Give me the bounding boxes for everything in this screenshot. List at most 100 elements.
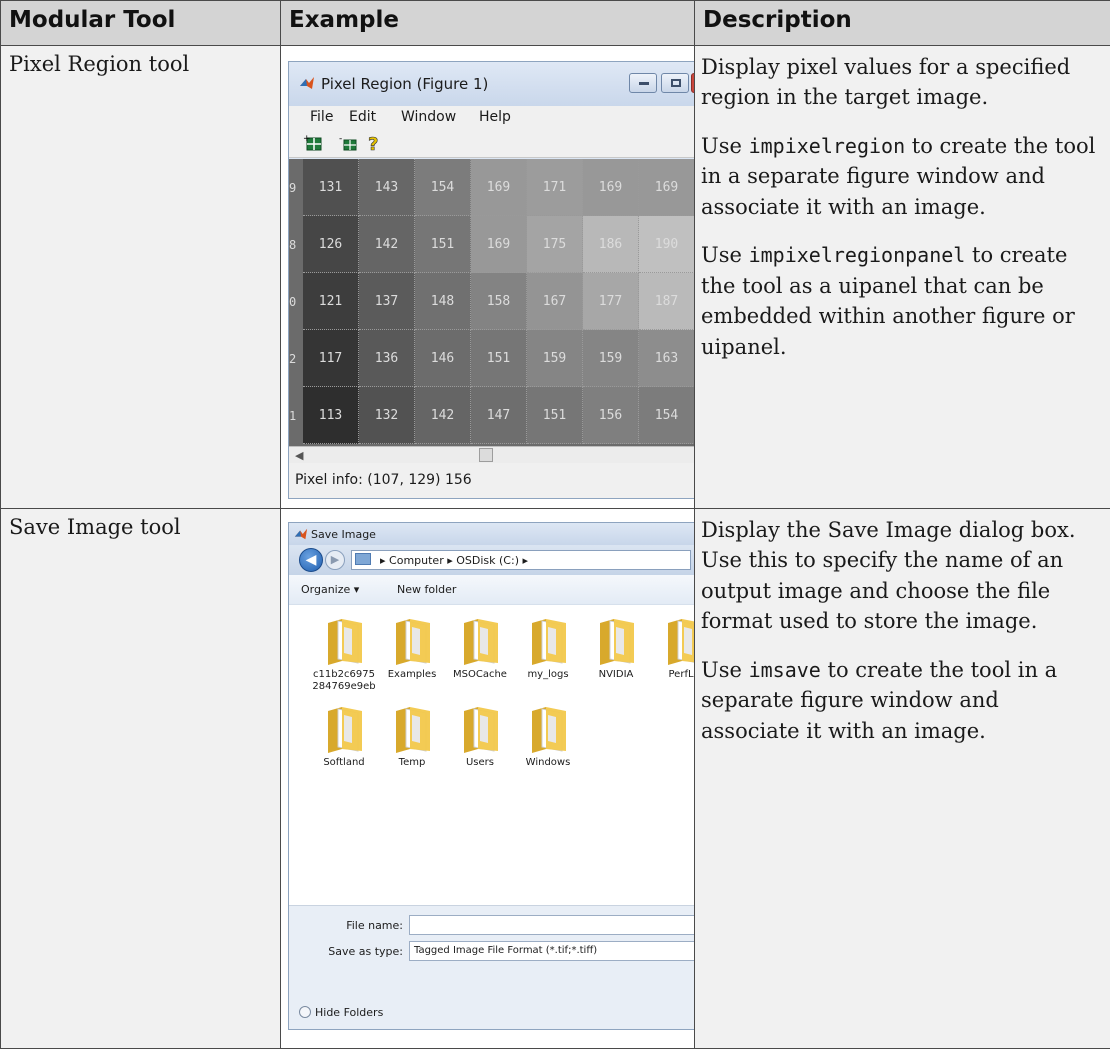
pixel-cell: 159 xyxy=(527,330,583,387)
pixel-cell: 146 xyxy=(415,330,471,387)
breadcrumb-disk[interactable]: OSDisk (C:) xyxy=(456,554,519,567)
shrink-grid-icon[interactable]: - xyxy=(339,134,359,152)
folder-item[interactable]: Softland xyxy=(309,703,379,769)
forward-button[interactable]: ▶ xyxy=(325,550,345,570)
save-as-type-select[interactable]: Tagged Image File Format (*.tif;*.tiff) xyxy=(409,941,694,961)
pixel-cell: 121 xyxy=(303,273,359,330)
pixel-cell: 136 xyxy=(359,330,415,387)
folder-item[interactable]: Temp xyxy=(377,703,447,769)
description-paragraph: Use impixelregion to create the tool in … xyxy=(701,131,1104,222)
menu-file[interactable]: File xyxy=(310,109,333,125)
pixel-cell: 186 xyxy=(583,216,639,273)
pixel-cell: 147 xyxy=(471,387,527,444)
folder-name: Users xyxy=(445,757,515,769)
folder-name: PerfLo xyxy=(649,669,694,681)
maximize-icon xyxy=(671,79,681,87)
pixel-cell: 169 xyxy=(639,159,694,216)
save-as-label: Save as type: xyxy=(293,945,403,958)
maximize-button[interactable] xyxy=(661,73,689,93)
folder-item[interactable]: my_logs xyxy=(513,615,583,681)
pixel-cell: 167 xyxy=(527,273,583,330)
header-description: Description xyxy=(695,1,1110,46)
address-bar: ◀ ▶ ▸ Computer ▸ OSDisk (C:) ▸ xyxy=(289,545,694,575)
function-name: impixelregion xyxy=(749,134,906,158)
pixel-region-window: Pixel Region (Figure 1) File Edit Window… xyxy=(288,61,694,499)
row-label: 1 xyxy=(289,387,303,444)
back-button[interactable]: ◀ xyxy=(299,548,323,572)
pixel-cell: 163 xyxy=(639,330,694,387)
hide-folders-button[interactable]: Hide Folders xyxy=(299,1006,383,1019)
path-field[interactable]: ▸ Computer ▸ OSDisk (C:) ▸ xyxy=(351,550,691,570)
folder-icon xyxy=(526,615,570,667)
folder-item[interactable]: Users xyxy=(445,703,515,769)
minimize-icon xyxy=(639,82,649,85)
folder-item[interactable]: MSOCache xyxy=(445,615,515,681)
folder-icon xyxy=(390,703,434,755)
pixel-cell: 142 xyxy=(359,216,415,273)
forward-arrow-icon: ▶ xyxy=(331,553,339,566)
row-label: 9 xyxy=(289,159,303,216)
pixel-cell: 131 xyxy=(303,159,359,216)
scroll-left-icon[interactable]: ◀ xyxy=(295,449,303,462)
scroll-thumb[interactable] xyxy=(479,448,493,462)
pixel-cell: 142 xyxy=(415,387,471,444)
pixel-cell: 158 xyxy=(471,273,527,330)
save-image-window: Save Image ◀ ▶ ▸ Computer ▸ OSDisk (C:) … xyxy=(288,522,694,1030)
menu-help[interactable]: Help xyxy=(479,109,511,125)
matlab-icon xyxy=(299,75,315,91)
pixel-cell: 151 xyxy=(471,330,527,387)
menu-window[interactable]: Window xyxy=(401,109,456,125)
folder-item[interactable]: Windows xyxy=(513,703,583,769)
folder-icon xyxy=(322,703,366,755)
breadcrumb-computer[interactable]: Computer xyxy=(389,554,444,567)
folder-item[interactable]: c11b2c6975 284769e9eb xyxy=(309,615,379,693)
pixel-cell: 126 xyxy=(303,216,359,273)
folder-name: c11b2c6975 284769e9eb xyxy=(309,669,379,693)
save-panel: File name: Save as type: Tagged Image Fi… xyxy=(289,905,694,1030)
command-bar: Organize ▾ New folder xyxy=(289,575,694,605)
folder-icon xyxy=(458,615,502,667)
row-label: 8 xyxy=(289,216,303,273)
folder-item[interactable]: PerfLo xyxy=(649,615,694,681)
minimize-button[interactable] xyxy=(629,73,657,93)
pixel-cell: 143 xyxy=(359,159,415,216)
help-icon[interactable]: ? xyxy=(367,134,383,154)
breadcrumb-separator-icon: ▸ xyxy=(522,554,528,567)
folder-item[interactable]: Examples xyxy=(377,615,447,681)
horizontal-scrollbar[interactable]: ◀ xyxy=(289,446,694,463)
folder-icon xyxy=(594,615,638,667)
folder-name: Windows xyxy=(513,757,583,769)
window-title: Save Image xyxy=(311,528,376,541)
pixel-cell: 154 xyxy=(639,387,694,444)
pixel-cell: 169 xyxy=(471,159,527,216)
pixel-cell: 190 xyxy=(639,216,694,273)
close-button[interactable] xyxy=(691,73,694,93)
description-paragraph: Use impixelregionpanel to create the too… xyxy=(701,240,1104,362)
menu-bar: File Edit Window Help xyxy=(289,106,694,128)
pixel-cell: 187 xyxy=(639,273,694,330)
svg-text:?: ? xyxy=(368,134,378,154)
folder-item[interactable]: NVIDIA xyxy=(581,615,651,681)
menu-edit[interactable]: Edit xyxy=(349,109,376,125)
folder-icon xyxy=(458,703,502,755)
window-titlebar: Pixel Region (Figure 1) xyxy=(289,62,694,106)
folder-name: Temp xyxy=(377,757,447,769)
expand-grid-icon[interactable]: + xyxy=(303,134,323,152)
pixel-cell: 132 xyxy=(359,387,415,444)
folder-name: my_logs xyxy=(513,669,583,681)
breadcrumb-separator-icon: ▸ xyxy=(447,554,456,567)
pixel-cell: 154 xyxy=(415,159,471,216)
file-name-input[interactable] xyxy=(409,915,694,935)
tool-name-cell: Save Image tool xyxy=(1,509,281,1049)
pixel-cell: 113 xyxy=(303,387,359,444)
folder-list: c11b2c6975 284769e9ebExamplesMSOCachemy_… xyxy=(289,605,694,905)
header-example: Example xyxy=(281,1,695,46)
description-cell: Display pixel values for a specified reg… xyxy=(695,46,1110,509)
chevron-up-icon xyxy=(299,1006,311,1018)
svg-text:+: + xyxy=(303,134,311,144)
organize-button[interactable]: Organize ▾ xyxy=(301,583,359,596)
window-title: Pixel Region (Figure 1) xyxy=(321,75,488,93)
folder-icon xyxy=(526,703,570,755)
description-cell: Display the Save Image dialog box. Use t… xyxy=(695,509,1110,1049)
new-folder-button[interactable]: New folder xyxy=(397,583,456,596)
